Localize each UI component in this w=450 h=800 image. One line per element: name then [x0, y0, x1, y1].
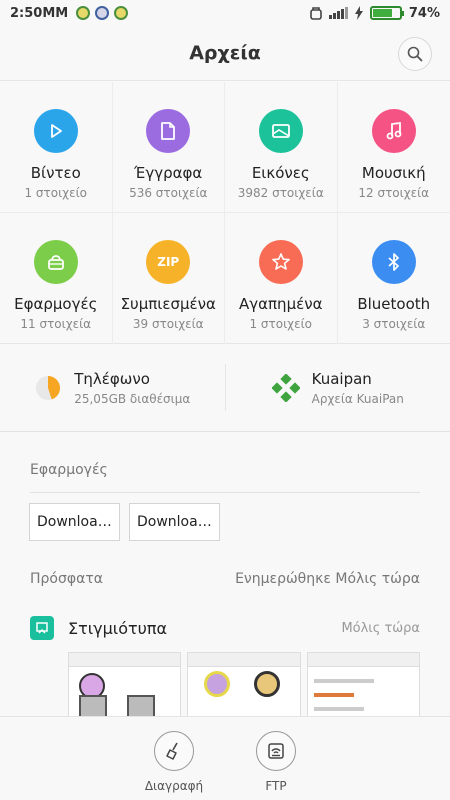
- category-name: Μουσική: [361, 164, 426, 182]
- category-bluetooth[interactable]: Bluetooth 3 στοιχεία: [338, 213, 450, 344]
- category-images[interactable]: Εικόνες 3982 στοιχεία: [225, 82, 338, 213]
- bottom-action-bar: Διαγραφή FTP: [0, 716, 450, 800]
- storage-title: Τηλέφωνο: [74, 369, 150, 388]
- music-icon: [371, 109, 416, 153]
- recent-group-time: Μόλις τώρα: [341, 620, 420, 636]
- recent-updated: Ενημερώθηκε Μόλις τώρα: [235, 571, 420, 587]
- category-count: 12 στοιχεία: [358, 186, 430, 200]
- category-count: 536 στοιχεία: [129, 186, 208, 200]
- battery-percent: 74%: [408, 5, 440, 21]
- category-video[interactable]: Βίντεο 1 στοιχείο: [0, 82, 113, 213]
- category-documents[interactable]: Έγγραφα 536 στοιχεία: [112, 82, 225, 213]
- clean-button[interactable]: Διαγραφή: [139, 717, 209, 800]
- screenshot-thumbnail[interactable]: [68, 652, 182, 722]
- app-folder-chip[interactable]: Downloa…: [129, 503, 220, 541]
- app-header: Αρχεία: [0, 26, 450, 81]
- pie-storage-icon: [36, 375, 61, 400]
- notification-icon: [95, 6, 110, 20]
- category-apps[interactable]: Εφαρμογές 11 στοιχεία: [0, 213, 113, 344]
- category-favorites[interactable]: Αγαπημένα 1 στοιχείο: [225, 213, 338, 344]
- charging-icon: [354, 6, 363, 20]
- app-folder-chip[interactable]: Downloa…: [29, 503, 120, 541]
- app-icon: [33, 240, 78, 284]
- document-icon: [146, 109, 191, 153]
- recent-group-label: Στιγμιότυπα: [68, 618, 168, 638]
- ftp-label: FTP: [265, 779, 287, 793]
- category-name: Βίντεο: [30, 164, 81, 182]
- clean-label: Διαγραφή: [144, 779, 204, 793]
- screenshot-thumbnails: [68, 652, 420, 722]
- status-bar: 2:50MM 74%: [0, 0, 450, 26]
- category-count: 1 στοιχείο: [24, 186, 87, 200]
- search-button[interactable]: [398, 37, 432, 71]
- star-icon: [258, 240, 303, 284]
- apps-section-title: Εφαρμογές: [30, 462, 108, 478]
- storage-subtitle: 25,05GB διαθέσιμα: [74, 391, 191, 406]
- category-name: Έγγραφα: [134, 164, 203, 182]
- search-icon: [407, 46, 423, 62]
- battery-icon: [369, 6, 404, 20]
- category-music[interactable]: Μουσική 12 στοιχεία: [337, 82, 450, 213]
- category-name: Bluetooth: [357, 295, 431, 313]
- status-time: 2:50MM: [10, 5, 69, 21]
- category-name: Αγαπημένα: [239, 295, 323, 313]
- category-grid: Βίντεο 1 στοιχείο Έγγραφα 536 στοιχεία Ε…: [0, 82, 450, 344]
- notification-icon: [114, 6, 129, 20]
- image-icon: [258, 109, 303, 153]
- ftp-button[interactable]: FTP: [241, 717, 311, 800]
- recent-section-title: Πρόσφατα: [30, 571, 103, 587]
- category-name: Εφαρμογές: [14, 295, 98, 313]
- notification-icon: [76, 6, 91, 20]
- category-count: 11 στοιχεία: [20, 317, 92, 331]
- screenshot-icon: [30, 616, 54, 640]
- signal-icon: [328, 7, 348, 19]
- category-name: Συμπιεσμένα: [120, 295, 216, 313]
- storage-kuaipan[interactable]: Kuaipan Αρχεία KuaiPan: [226, 344, 450, 431]
- storage-phone[interactable]: Τηλέφωνο 25,05GB διαθέσιμα: [0, 344, 225, 431]
- category-name: Εικόνες: [251, 164, 310, 182]
- recent-group-screenshots[interactable]: Στιγμιότυπα Μόλις τώρα: [30, 614, 420, 642]
- screenshot-thumbnail[interactable]: [187, 652, 301, 722]
- category-count: 3982 στοιχεία: [237, 186, 324, 200]
- bluetooth-icon: [371, 240, 416, 284]
- category-archives[interactable]: ZIP Συμπιεσμένα 39 στοιχεία: [113, 213, 225, 344]
- category-count: 3 στοιχεία: [362, 317, 426, 331]
- broom-icon: [154, 731, 194, 771]
- kuaipan-icon: [271, 373, 300, 402]
- screenshot-thumbnail[interactable]: [306, 652, 420, 722]
- storage-subtitle: Αρχεία KuaiPan: [311, 391, 404, 406]
- divider: [30, 492, 420, 493]
- category-count: 1 στοιχείο: [249, 317, 312, 331]
- alarm-icon: [310, 7, 322, 20]
- ftp-icon: [256, 731, 296, 771]
- storage-row: Τηλέφωνο 25,05GB διαθέσιμα Kuaipan Αρχεί…: [0, 344, 450, 432]
- category-count: 39 στοιχεία: [132, 317, 204, 331]
- zip-icon: ZIP: [146, 240, 191, 284]
- play-icon: [33, 109, 78, 153]
- page-title: Αρχεία: [189, 42, 261, 64]
- storage-title: Kuaipan: [311, 369, 372, 388]
